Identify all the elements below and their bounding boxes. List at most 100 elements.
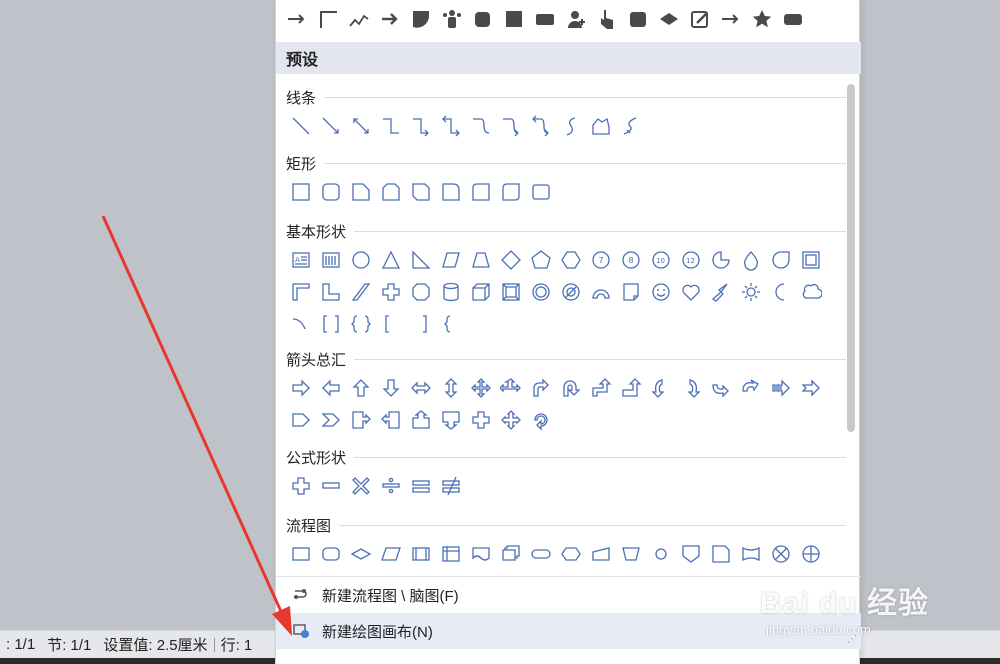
basic-shape-icon[interactable] [316,308,346,340]
basic-shape-icon[interactable] [736,244,766,276]
basic-shape-icon[interactable]: 7 [586,244,616,276]
block-arrow-right-icon[interactable] [379,8,401,30]
flow-shape-icon[interactable] [586,538,616,570]
line-shape-icon[interactable] [376,110,406,142]
status-page[interactable]: : 1/1 [0,636,41,653]
basic-shape-icon[interactable] [676,276,706,308]
rect-shape-icon[interactable] [436,176,466,208]
flow-shape-icon[interactable] [496,538,526,570]
people-group-icon[interactable] [441,8,463,30]
arrow-shape-icon[interactable] [376,372,406,404]
basic-shape-icon[interactable] [766,276,796,308]
arrow-shape-icon[interactable] [436,404,466,436]
elbow-connector-icon[interactable] [317,8,339,30]
math-shape-icon[interactable] [436,470,466,502]
basic-shape-icon[interactable] [316,276,346,308]
basic-shape-icon[interactable] [556,244,586,276]
arrow-shape-icon[interactable] [406,404,436,436]
rect-shape-icon[interactable] [526,176,556,208]
arrow-shape-icon[interactable] [646,372,676,404]
flow-shape-icon[interactable] [646,538,676,570]
flow-shape-icon[interactable] [616,538,646,570]
line-shape-icon[interactable] [316,110,346,142]
basic-shape-icon[interactable] [346,276,376,308]
basic-shape-icon[interactable] [556,276,586,308]
flow-shape-icon[interactable] [766,538,796,570]
math-shape-icon[interactable] [346,470,376,502]
line-shape-icon[interactable] [346,110,376,142]
basic-shape-icon[interactable] [436,308,466,340]
basic-shape-icon[interactable] [286,276,316,308]
basic-shape-icon[interactable]: A [286,244,316,276]
rect-shape-icon[interactable] [376,176,406,208]
vertical-scrollbar[interactable] [847,84,855,432]
line-shape-icon[interactable] [466,110,496,142]
basic-shape-icon[interactable] [466,244,496,276]
flowchart-delay-icon[interactable] [410,8,432,30]
arrow-shape-icon[interactable] [796,372,826,404]
edit-box-icon[interactable] [689,8,711,30]
basic-shape-icon[interactable]: 12 [676,244,706,276]
arrow-right-icon[interactable] [720,8,742,30]
arrow-shape-icon[interactable] [526,404,556,436]
basic-shape-icon[interactable] [526,244,556,276]
freeform-line-icon[interactable] [348,8,370,30]
arrow-shape-icon[interactable] [736,372,766,404]
arrow-shape-icon[interactable] [766,372,796,404]
arrow-shape-icon[interactable] [376,404,406,436]
basic-shape-icon[interactable] [346,308,376,340]
rect-shape-icon[interactable] [316,176,346,208]
basic-shape-icon[interactable] [436,276,466,308]
rect-shape-icon[interactable] [496,176,526,208]
basic-shape-icon[interactable] [646,276,676,308]
rect-shape-icon[interactable] [346,176,376,208]
status-section[interactable]: 节: 1/1 [41,634,97,655]
line-shape-icon[interactable] [526,110,556,142]
flow-shape-icon[interactable] [706,538,736,570]
basic-shape-icon[interactable] [526,276,556,308]
line-shape-icon[interactable] [586,110,616,142]
math-shape-icon[interactable] [406,470,436,502]
arrow-right-icon[interactable] [286,8,308,30]
basic-shape-icon[interactable]: 10 [646,244,676,276]
flow-shape-icon[interactable] [316,538,346,570]
arrow-shape-icon[interactable] [466,372,496,404]
flow-shape-icon[interactable] [286,538,316,570]
rounded-square-icon[interactable] [472,8,494,30]
basic-shape-icon[interactable]: 8 [616,244,646,276]
basic-shape-icon[interactable] [616,276,646,308]
basic-shape-icon[interactable] [316,244,346,276]
arrow-shape-icon[interactable] [706,372,736,404]
rectangle-icon[interactable] [534,8,556,30]
arrow-shape-icon[interactable] [556,372,586,404]
line-shape-icon[interactable] [616,110,646,142]
math-shape-icon[interactable] [316,470,346,502]
basic-shape-icon[interactable] [406,276,436,308]
status-row[interactable]: 行: 1 [215,634,259,655]
line-shape-icon[interactable] [436,110,466,142]
flow-shape-icon[interactable] [466,538,496,570]
line-shape-icon[interactable] [496,110,526,142]
flow-shape-icon[interactable] [736,538,766,570]
rounded-rectangle-icon[interactable] [782,8,804,30]
basic-shape-icon[interactable] [496,244,526,276]
arrow-shape-icon[interactable] [436,372,466,404]
arrow-shape-icon[interactable] [526,372,556,404]
flowchart-decision-icon[interactable] [658,8,680,30]
flow-shape-icon[interactable] [406,538,436,570]
line-shape-icon[interactable] [556,110,586,142]
arrow-shape-icon[interactable] [586,372,616,404]
arrow-shape-icon[interactable] [316,372,346,404]
arrow-shape-icon[interactable] [286,404,316,436]
flow-shape-icon[interactable] [676,538,706,570]
arrow-shape-icon[interactable] [286,372,316,404]
hand-pointer-icon[interactable] [596,8,618,30]
flow-shape-icon[interactable] [526,538,556,570]
basic-shape-icon[interactable] [586,276,616,308]
arrow-shape-icon[interactable] [496,372,526,404]
star-icon[interactable] [751,8,773,30]
basic-shape-icon[interactable] [286,308,316,340]
basic-shape-icon[interactable] [466,276,496,308]
rect-shape-icon[interactable] [406,176,436,208]
person-add-icon[interactable] [565,8,587,30]
